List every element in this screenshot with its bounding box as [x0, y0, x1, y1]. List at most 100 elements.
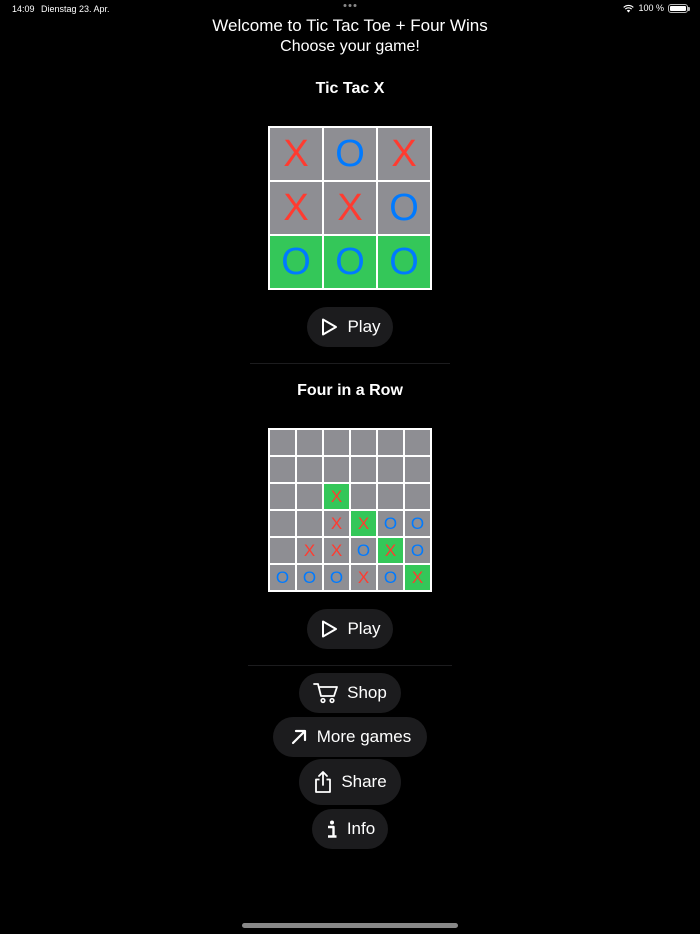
shop-button[interactable]: Shop [299, 673, 401, 713]
board-cell [270, 484, 295, 509]
board-cell: O [405, 538, 430, 563]
x-mark: X [283, 133, 309, 175]
x-mark: X [337, 187, 363, 229]
tic-tac-x-board-preview: XOXXXOOOO [268, 126, 432, 290]
o-mark: O [410, 514, 425, 533]
board-cell [297, 457, 322, 482]
board-cell: O [378, 511, 403, 536]
battery-icon [668, 3, 690, 13]
board-cell [351, 430, 376, 455]
board-cell: X [270, 128, 322, 180]
o-mark: O [389, 241, 419, 283]
board-cell: X [351, 565, 376, 590]
board-cell [270, 538, 295, 563]
status-date: Dienstag 23. Apr. [41, 4, 110, 14]
status-time: 14:09 [12, 4, 35, 14]
share-icon [315, 771, 332, 793]
board-cell: X [297, 538, 322, 563]
x-mark: X [384, 541, 397, 560]
board-cell: O [324, 236, 376, 288]
arrow-up-right-icon [291, 729, 306, 745]
board-cell: O [270, 565, 295, 590]
more-games-button[interactable]: More games [273, 717, 427, 757]
board-cell [405, 484, 430, 509]
board-cell: X [378, 128, 430, 180]
four-in-a-row-board-preview: XXXOOXXOXOOOOXOX [268, 428, 432, 592]
multitasking-dots-icon[interactable] [343, 4, 357, 7]
x-mark: X [330, 487, 343, 506]
board-cell: O [297, 565, 322, 590]
page-subtitle: Choose your game! [280, 38, 420, 55]
board-cell: X [270, 182, 322, 234]
x-mark: X [357, 568, 370, 587]
battery-level [670, 5, 686, 11]
o-mark: O [329, 568, 344, 587]
board-cell: O [378, 182, 430, 234]
four-in-a-row-play-button[interactable]: Play [307, 609, 393, 649]
board-cell: X [378, 538, 403, 563]
board-cell: O [378, 236, 430, 288]
x-mark: X [357, 514, 370, 533]
info-label: Info [346, 819, 376, 838]
battery-percent: 100 % [638, 3, 664, 13]
o-mark: O [281, 241, 311, 283]
board-cell: O [405, 511, 430, 536]
o-mark: O [389, 187, 419, 229]
cart-icon [313, 683, 339, 704]
x-mark: X [303, 541, 316, 560]
board-cell [324, 430, 349, 455]
o-mark: O [410, 541, 425, 560]
board-cell: O [378, 565, 403, 590]
divider [248, 665, 452, 666]
board-cell: O [324, 128, 376, 180]
board-cell [378, 484, 403, 509]
board-cell [378, 430, 403, 455]
board-cell [297, 430, 322, 455]
status-right: 100 % [623, 3, 690, 13]
o-mark: O [383, 568, 398, 587]
board-cell [270, 430, 295, 455]
info-icon [327, 820, 337, 838]
play-icon [322, 318, 338, 336]
share-button[interactable]: Share [299, 759, 401, 805]
board-cell: X [324, 182, 376, 234]
o-mark: O [335, 133, 365, 175]
page-title: Welcome to Tic Tac Toe + Four Wins [212, 16, 488, 35]
board-cell: X [324, 511, 349, 536]
home-indicator[interactable] [242, 923, 458, 928]
more-games-label: More games [316, 727, 412, 746]
shop-label: Shop [347, 683, 387, 702]
tic-tac-x-title: Tic Tac X [315, 80, 385, 97]
board-cell [378, 457, 403, 482]
play-icon [322, 620, 338, 638]
board-cell [351, 457, 376, 482]
board-cell: X [405, 565, 430, 590]
board-cell [351, 484, 376, 509]
x-mark: X [330, 514, 343, 533]
o-mark: O [335, 241, 365, 283]
board-cell [297, 484, 322, 509]
info-button[interactable]: Info [312, 809, 388, 849]
board-cell: X [324, 538, 349, 563]
board-cell: X [351, 511, 376, 536]
board-cell: O [270, 236, 322, 288]
board-cell [270, 457, 295, 482]
board-cell [405, 430, 430, 455]
board-cell [405, 457, 430, 482]
o-mark: O [356, 541, 371, 560]
share-label: Share [341, 772, 387, 791]
play-label: Play [347, 317, 381, 336]
x-mark: X [283, 187, 309, 229]
o-mark: O [275, 568, 290, 587]
tic-tac-x-play-button[interactable]: Play [307, 307, 393, 347]
x-mark: X [330, 541, 343, 560]
four-in-a-row-title: Four in a Row [297, 382, 403, 399]
x-mark: X [411, 568, 424, 587]
play-label: Play [347, 619, 381, 638]
o-mark: O [302, 568, 317, 587]
divider [250, 363, 450, 364]
board-cell [297, 511, 322, 536]
board-cell: X [324, 484, 349, 509]
wifi-icon [623, 4, 635, 12]
board-cell: O [351, 538, 376, 563]
